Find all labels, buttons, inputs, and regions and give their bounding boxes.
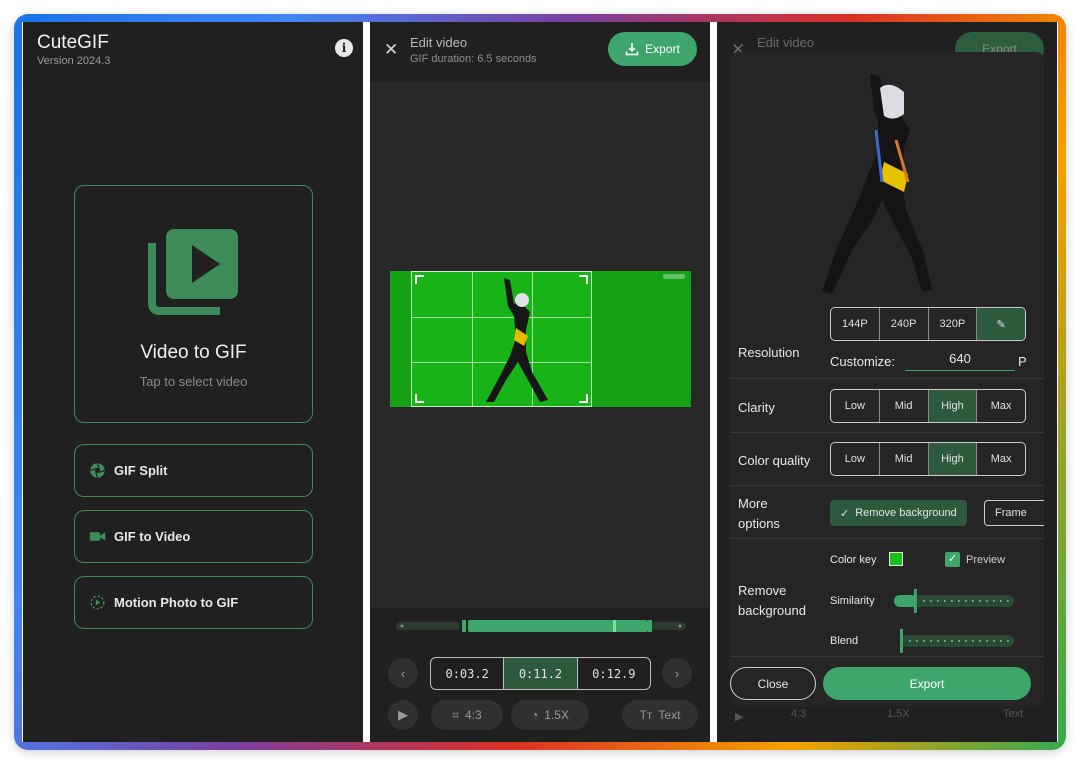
color-quality-label: Color quality bbox=[738, 453, 811, 468]
text-dimmed: Text bbox=[1003, 708, 1024, 720]
clarity-max[interactable]: Max bbox=[977, 390, 1025, 422]
blend-label: Blend bbox=[830, 635, 859, 647]
current-time[interactable]: 0:11.2 bbox=[504, 658, 578, 689]
end-time[interactable]: 0:12.9 bbox=[578, 658, 650, 689]
remove-bg-label-2: background bbox=[738, 603, 806, 618]
clarity-selector[interactable]: Low Mid High Max bbox=[830, 389, 1026, 423]
video-camera-icon bbox=[89, 532, 106, 541]
video-preview-area bbox=[370, 82, 710, 608]
play-icon-dimmed: ▶ bbox=[735, 711, 744, 723]
preview-label: Preview bbox=[966, 554, 1006, 566]
color-max[interactable]: Max bbox=[977, 443, 1025, 475]
resolution-unit: P bbox=[1018, 354, 1027, 369]
speed-label: 1.5X bbox=[544, 708, 569, 722]
info-icon[interactable]: i bbox=[335, 39, 353, 57]
speed-button[interactable]: ◔ 1.5X bbox=[511, 700, 589, 730]
frame-chip[interactable]: Frame bbox=[984, 500, 1044, 526]
gif-split-label: GIF Split bbox=[114, 463, 168, 478]
time-selector[interactable]: 0:03.2 0:11.2 0:12.9 bbox=[430, 657, 651, 690]
next-icon[interactable]: › bbox=[662, 658, 692, 688]
screenshot-frame: CuteGIF Version 2024.3 i Video to GIF Ta… bbox=[14, 14, 1066, 750]
crop-handle[interactable] bbox=[415, 394, 424, 403]
home-screen: CuteGIF Version 2024.3 i Video to GIF Ta… bbox=[23, 22, 363, 742]
resolution-selector[interactable]: 144P 240P 320P ✎ bbox=[830, 307, 1026, 341]
gif-to-video-button[interactable]: GIF to Video bbox=[74, 510, 313, 563]
text-button[interactable]: Tт Text bbox=[622, 700, 698, 730]
frame-chip-label: Frame bbox=[995, 507, 1027, 519]
color-quality-selector[interactable]: Low Mid High Max bbox=[830, 442, 1026, 476]
motion-photo-to-gif-button[interactable]: Motion Photo to GIF bbox=[74, 576, 313, 629]
clarity-mid[interactable]: Mid bbox=[880, 390, 929, 422]
customize-label: Customize: bbox=[830, 354, 896, 369]
res-240p[interactable]: 240P bbox=[880, 308, 929, 340]
play-icon[interactable]: ▶ bbox=[388, 700, 418, 730]
app-title: CuteGIF bbox=[37, 32, 109, 53]
gif-duration: GIF duration: 6.5 seconds bbox=[410, 53, 537, 65]
custom-resolution-input[interactable]: 640 bbox=[905, 349, 1015, 371]
video-to-gif-card[interactable]: Video to GIF Tap to select video bbox=[74, 185, 313, 423]
preview-character bbox=[822, 74, 932, 294]
clarity-label: Clarity bbox=[738, 400, 775, 415]
video-library-icon bbox=[148, 229, 238, 315]
color-key-swatch[interactable] bbox=[889, 552, 903, 566]
color-key-label: Color key bbox=[830, 554, 877, 566]
clarity-low[interactable]: Low bbox=[831, 390, 880, 422]
timeline-trimmer[interactable] bbox=[396, 620, 686, 632]
similarity-slider[interactable] bbox=[894, 589, 1016, 613]
crop-box[interactable] bbox=[411, 271, 592, 407]
editor-screen: ✕ Edit video GIF duration: 6.5 seconds E… bbox=[370, 22, 710, 742]
export-options-sheet: Resolution 144P 240P 320P ✎ Customize: 6… bbox=[730, 52, 1044, 706]
text-label: Text bbox=[658, 708, 681, 722]
resolution-label: Resolution bbox=[738, 345, 800, 360]
motion-photo-icon bbox=[90, 595, 105, 610]
speed-icon: ◔ bbox=[531, 708, 539, 722]
export-label: Export bbox=[645, 42, 680, 56]
start-time[interactable]: 0:03.2 bbox=[431, 658, 505, 689]
res-320p[interactable]: 320P bbox=[929, 308, 978, 340]
check-icon: ✓ bbox=[840, 507, 850, 520]
character-figure bbox=[486, 278, 548, 402]
clarity-high[interactable]: High bbox=[928, 390, 978, 422]
ratio-dimmed: 4:3 bbox=[791, 708, 807, 720]
blend-slider[interactable] bbox=[900, 629, 1016, 653]
color-mid[interactable]: Mid bbox=[880, 443, 929, 475]
prev-icon[interactable]: ‹ bbox=[388, 658, 418, 688]
remove-background-chip-label: Remove background bbox=[855, 507, 957, 519]
preview-checkbox[interactable]: ✓ bbox=[945, 552, 960, 567]
motion-photo-label: Motion Photo to GIF bbox=[114, 595, 239, 610]
ratio-button[interactable]: ⌗ 4:3 bbox=[431, 700, 503, 730]
more-options-label-2: options bbox=[738, 516, 780, 531]
remove-bg-label-1: Remove bbox=[738, 583, 787, 598]
video-frame bbox=[390, 271, 691, 407]
similarity-label: Similarity bbox=[830, 595, 875, 607]
export-final-button[interactable]: Export bbox=[823, 667, 1031, 700]
crop-handle[interactable] bbox=[415, 275, 424, 284]
text-icon: Tт bbox=[639, 708, 653, 722]
gif-to-video-label: GIF to Video bbox=[114, 529, 191, 544]
close-icon[interactable]: ✕ bbox=[384, 40, 398, 60]
app-version: Version 2024.3 bbox=[37, 55, 111, 67]
export-button[interactable]: Export bbox=[608, 32, 697, 66]
more-options-label-1: More bbox=[738, 496, 768, 511]
download-icon bbox=[625, 43, 639, 56]
gif-split-button[interactable]: GIF Split bbox=[74, 444, 313, 497]
crop-handle[interactable] bbox=[579, 275, 588, 284]
crop-icon: ⌗ bbox=[452, 707, 460, 722]
card-title: Video to GIF bbox=[140, 342, 247, 363]
aperture-icon bbox=[90, 463, 105, 478]
speed-dimmed: 1.5X bbox=[887, 708, 910, 720]
export-options-screen: ✕ Edit video Export Resolution 144P 240P… bbox=[717, 22, 1057, 742]
crop-handle[interactable] bbox=[579, 394, 588, 403]
editor-title-dimmed: Edit video bbox=[757, 35, 815, 50]
color-low[interactable]: Low bbox=[831, 443, 880, 475]
res-144p[interactable]: 144P bbox=[831, 308, 880, 340]
screenshot-inner: CuteGIF Version 2024.3 i Video to GIF Ta… bbox=[22, 22, 1058, 742]
pencil-icon[interactable]: ✎ bbox=[977, 308, 1025, 340]
remove-background-chip[interactable]: ✓ Remove background bbox=[830, 500, 967, 526]
editor-title: Edit video bbox=[410, 35, 468, 50]
color-high[interactable]: High bbox=[928, 443, 978, 475]
card-subtitle: Tap to select video bbox=[139, 374, 248, 389]
ratio-label: 4:3 bbox=[465, 708, 482, 722]
close-button[interactable]: Close bbox=[730, 667, 816, 700]
